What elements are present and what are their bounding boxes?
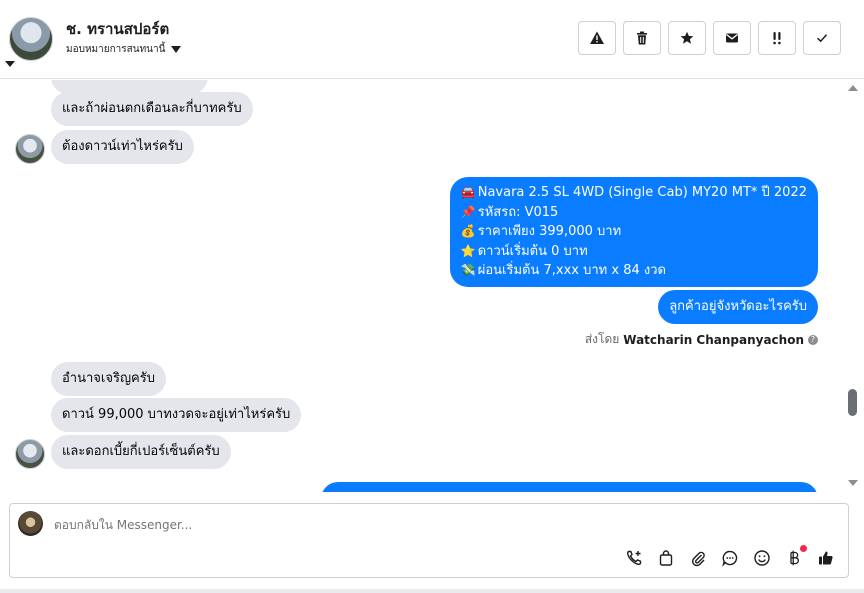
report-spam-button[interactable] xyxy=(578,21,616,55)
message-bubble-incoming: ต้องดาวน์เท่าไหร่ครับ xyxy=(51,130,194,164)
message-bubble-incoming: ดาวน์ 99,000 บาทงวดจะอยู่เท่าไหร่ครับ xyxy=(51,398,302,432)
page-avatar xyxy=(18,511,43,536)
star-icon xyxy=(680,31,694,44)
call-button[interactable] xyxy=(623,547,644,568)
smiley-icon xyxy=(753,549,770,566)
thumbs-up-icon xyxy=(818,551,833,564)
envelope-icon xyxy=(726,33,738,43)
trash-icon xyxy=(637,31,647,45)
assign-conversation-dropdown[interactable]: มอบหมายการสนทนานี้ xyxy=(66,42,182,57)
emoji-button[interactable] xyxy=(751,547,772,568)
like-button[interactable] xyxy=(815,547,836,568)
scroll-up-icon[interactable] xyxy=(848,85,858,91)
message-bubble-incoming: และดอกเบี้ยกี่เปอร์เซ็นต์ครับ xyxy=(51,435,231,469)
card-line-down-payment: ⭐ ดาวน์เริ่มต้น 0 บาท xyxy=(461,242,807,262)
shop-button[interactable] xyxy=(655,547,676,568)
reply-input[interactable] xyxy=(54,518,754,532)
card-line-code: 📌 รหัสรถ: V015 xyxy=(461,203,807,223)
composer-toolbar xyxy=(623,545,836,568)
message-bubble-incoming: และถ้าผ่อนตกเดือนละกี่บาทครับ xyxy=(51,92,253,126)
follow-up-button[interactable] xyxy=(758,21,796,55)
contact-avatar-small xyxy=(15,439,45,469)
messenger-inbox: ช. ทรานสปอร์ต มอบหมายการสนทนานี้ และถ้าผ… xyxy=(0,0,864,593)
card-line-vehicle: 🚘 Navara 2.5 SL 4WD (Single Cab) MY20 MT*… xyxy=(461,183,807,203)
message-scrollbar[interactable] xyxy=(845,80,860,492)
saved-replies-button[interactable] xyxy=(719,547,740,568)
money-bag-icon: 💰 xyxy=(460,224,476,238)
attach-button[interactable] xyxy=(687,547,708,568)
mark-done-button[interactable] xyxy=(803,21,841,55)
reply-composer xyxy=(9,503,849,578)
baht-icon xyxy=(789,550,799,565)
paperclip-icon xyxy=(691,551,705,566)
message-bubble-outgoing: ลูกค้าอยู่จังหวัดอะไรครับ xyxy=(658,290,818,324)
conversation-header: ช. ทรานสปอร์ต มอบหมายการสนทนานี้ xyxy=(0,0,864,79)
payment-button[interactable] xyxy=(783,545,807,568)
car-icon: 🚘 xyxy=(460,185,476,199)
message-bubble-partial-outgoing xyxy=(321,482,818,492)
notification-dot xyxy=(800,545,807,552)
check-icon xyxy=(816,34,828,43)
card-line-installment: 💸 ผ่อนเริ่มต้น 7,xxx บาท x 84 งวด xyxy=(461,261,807,281)
warning-icon xyxy=(590,31,604,44)
vehicle-info-message: 🚘 Navara 2.5 SL 4WD (Single Cab) MY20 MT*… xyxy=(449,177,818,287)
delete-button[interactable] xyxy=(623,21,661,55)
star-icon: ⭐ xyxy=(460,243,476,258)
contact-name[interactable]: ช. ทรานสปอร์ต xyxy=(66,17,169,41)
header-actions xyxy=(578,21,841,55)
card-line-price: 💰 ราคาเพียง 399,000 บาท xyxy=(461,222,807,242)
chevron-down-icon xyxy=(171,46,182,53)
sent-by-label: ส่งโดย xyxy=(584,332,620,346)
scrollbar-thumb[interactable] xyxy=(848,389,857,416)
message-bubble-incoming: อำนาจเจริญครับ xyxy=(51,362,166,396)
priority-icon xyxy=(773,32,781,45)
contact-avatar-small xyxy=(15,134,45,164)
speech-bubble-icon xyxy=(721,550,737,567)
mark-unread-button[interactable] xyxy=(713,21,751,55)
star-button[interactable] xyxy=(668,21,706,55)
contact-avatar[interactable] xyxy=(9,17,53,61)
phone-plus-icon xyxy=(626,550,641,565)
money-wings-icon: 💸 xyxy=(460,263,476,277)
sender-name[interactable]: Watcharin Chanpanyachon xyxy=(623,333,804,347)
shopping-bag-icon xyxy=(659,549,672,566)
window-bottom-edge xyxy=(0,589,864,593)
message-list: และถ้าผ่อนตกเดือนละกี่บาทครับ ต้องดาวน์เ… xyxy=(0,80,845,492)
help-icon[interactable]: ? xyxy=(808,334,818,345)
avatar-dropdown-icon[interactable] xyxy=(5,61,15,67)
assign-label: มอบหมายการสนทนานี้ xyxy=(66,44,166,55)
scroll-down-icon[interactable] xyxy=(848,480,858,486)
sent-by-info: ส่งโดย Watcharin Chanpanyachon ? xyxy=(585,330,818,349)
pushpin-icon: 📌 xyxy=(460,204,476,219)
